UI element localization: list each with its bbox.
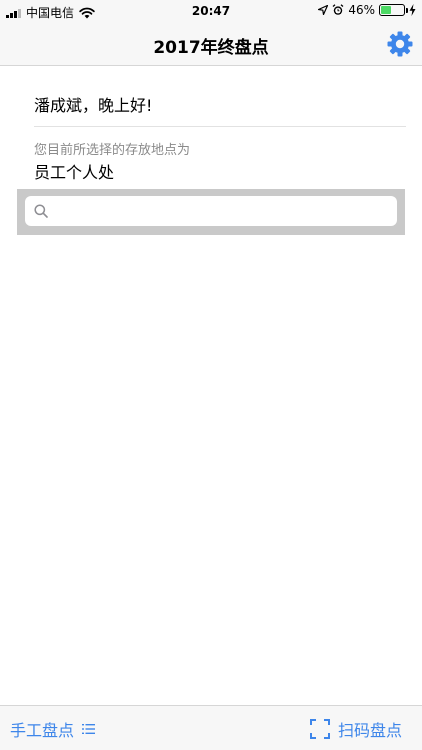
search-icon [34, 204, 48, 218]
scan-frame-icon [309, 719, 330, 739]
settings-button[interactable] [386, 30, 414, 58]
manual-inventory-button[interactable]: 手工盘点 [10, 717, 96, 741]
status-bar: 中国电信 20:47 46% [0, 0, 422, 22]
search-bar [17, 189, 405, 235]
list-icon [82, 724, 96, 734]
location-label: 您目前所选择的存放地点为 [34, 143, 191, 158]
navigation-bar: 2017年终盘点 [0, 22, 422, 66]
search-box[interactable] [25, 196, 397, 226]
status-right: 46% [318, 3, 416, 17]
greeting-text: 潘成斌，晚上好! [34, 96, 153, 115]
scan-inventory-label: 扫码盘点 [337, 721, 402, 740]
charging-icon [409, 4, 416, 16]
bottom-toolbar: 手工盘点 扫码盘点 [0, 705, 422, 750]
divider [34, 126, 406, 127]
page-title: 2017年终盘点 [153, 38, 269, 58]
gear-icon [387, 31, 413, 57]
location-value: 员工个人处 [34, 163, 115, 182]
manual-inventory-label: 手工盘点 [10, 721, 75, 740]
search-input[interactable] [55, 196, 389, 226]
battery-icon [379, 4, 408, 16]
scan-inventory-button[interactable]: 扫码盘点 [309, 717, 402, 741]
alarm-icon [332, 4, 344, 15]
location-arrow-icon [318, 5, 329, 15]
battery-percent: 46% [348, 3, 375, 17]
